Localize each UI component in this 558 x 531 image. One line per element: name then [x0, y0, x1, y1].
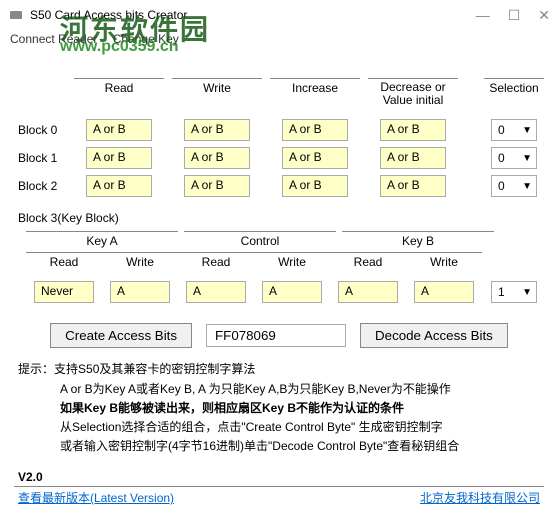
chevron-down-icon: ▼: [522, 125, 532, 136]
company-link[interactable]: 北京友我科技有限公司: [420, 489, 540, 506]
chevron-down-icon: ▼: [522, 181, 532, 192]
tip-line: 从Selection选择合适的组合，点击"Create Control Byte…: [18, 418, 544, 437]
tips-prefix: 提示：: [18, 362, 54, 376]
block2-selection[interactable]: 0▼: [491, 175, 537, 197]
header-keya: Key A: [26, 231, 178, 252]
table-row: Never A A A A A 1▼: [14, 281, 544, 303]
table-row: Block 1 A or B A or B A or B A or B 0▼: [14, 147, 544, 169]
decode-access-bits-button[interactable]: Decode Access Bits: [360, 323, 508, 348]
block3-selection[interactable]: 1▼: [491, 281, 537, 303]
maximize-icon[interactable]: ☐: [508, 7, 521, 24]
header-decrease: Decrease or Value initial: [368, 78, 458, 113]
keyb-read[interactable]: A: [338, 281, 398, 303]
block1-selection[interactable]: 0▼: [491, 147, 537, 169]
menu-connect-reader[interactable]: Connect Reader: [10, 32, 97, 46]
sub-write: Write: [254, 252, 330, 273]
block2-write[interactable]: A or B: [184, 175, 250, 197]
tip-line: 或者输入密钥控制字(4字节16进制)单击"Decode Control Byte…: [18, 437, 544, 456]
block1-increase[interactable]: A or B: [282, 147, 348, 169]
block2-read[interactable]: A or B: [86, 175, 152, 197]
block1-decrease[interactable]: A or B: [380, 147, 446, 169]
block2-label: Block 2: [14, 179, 74, 193]
keyb-write[interactable]: A: [414, 281, 474, 303]
keya-write[interactable]: A: [110, 281, 170, 303]
menu-change-key[interactable]: Change Key: [113, 32, 179, 46]
table-row: Block 2 A or B A or B A or B A or B 0▼: [14, 175, 544, 197]
chevron-down-icon: ▼: [522, 153, 532, 164]
block0-label: Block 0: [14, 123, 74, 137]
sub-read: Read: [26, 252, 102, 273]
app-icon: [8, 7, 24, 23]
block3-title: Block 3(Key Block): [14, 211, 544, 225]
block0-selection[interactable]: 0▼: [491, 119, 537, 141]
window-title: S50 Card Access bits Creator: [30, 8, 476, 22]
sub-read: Read: [178, 252, 254, 273]
keya-read[interactable]: Never: [34, 281, 94, 303]
table-row: Block 0 A or B A or B A or B A or B 0▼: [14, 119, 544, 141]
tip-line-bold: 如果Key B能够被读出来，则相应扇区Key B不能作为认证的条件: [18, 399, 544, 418]
header-selection: Selection: [484, 78, 544, 113]
sub-write: Write: [102, 252, 178, 273]
block0-read[interactable]: A or B: [86, 119, 152, 141]
header-write: Write: [172, 78, 262, 113]
tips-section: 提示：支持S50及其兼容卡的密钥控制字算法 A or B为Key A或者Key …: [14, 360, 544, 456]
block0-write[interactable]: A or B: [184, 119, 250, 141]
version-label: V2.0: [18, 470, 43, 484]
minimize-icon[interactable]: —: [476, 7, 490, 24]
block2-increase[interactable]: A or B: [282, 175, 348, 197]
header-increase: Increase: [270, 78, 360, 113]
block1-read[interactable]: A or B: [86, 147, 152, 169]
latest-version-link[interactable]: 查看最新版本(Latest Version): [18, 489, 174, 506]
header-control: Control: [184, 231, 336, 252]
block0-increase[interactable]: A or B: [282, 119, 348, 141]
tip-line: A or B为Key A或者Key B, A 为只能Key A,B为只能Key …: [18, 380, 544, 399]
sub-write: Write: [406, 252, 482, 273]
create-access-bits-button[interactable]: Create Access Bits: [50, 323, 192, 348]
control-read[interactable]: A: [186, 281, 246, 303]
block1-write[interactable]: A or B: [184, 147, 250, 169]
header-keyb: Key B: [342, 231, 494, 252]
close-icon[interactable]: ✕: [538, 7, 550, 24]
chevron-down-icon: ▼: [522, 287, 532, 298]
block1-label: Block 1: [14, 151, 74, 165]
sub-read: Read: [330, 252, 406, 273]
hex-input[interactable]: [206, 324, 346, 347]
block0-decrease[interactable]: A or B: [380, 119, 446, 141]
control-write[interactable]: A: [262, 281, 322, 303]
header-read: Read: [74, 78, 164, 113]
block2-decrease[interactable]: A or B: [380, 175, 446, 197]
